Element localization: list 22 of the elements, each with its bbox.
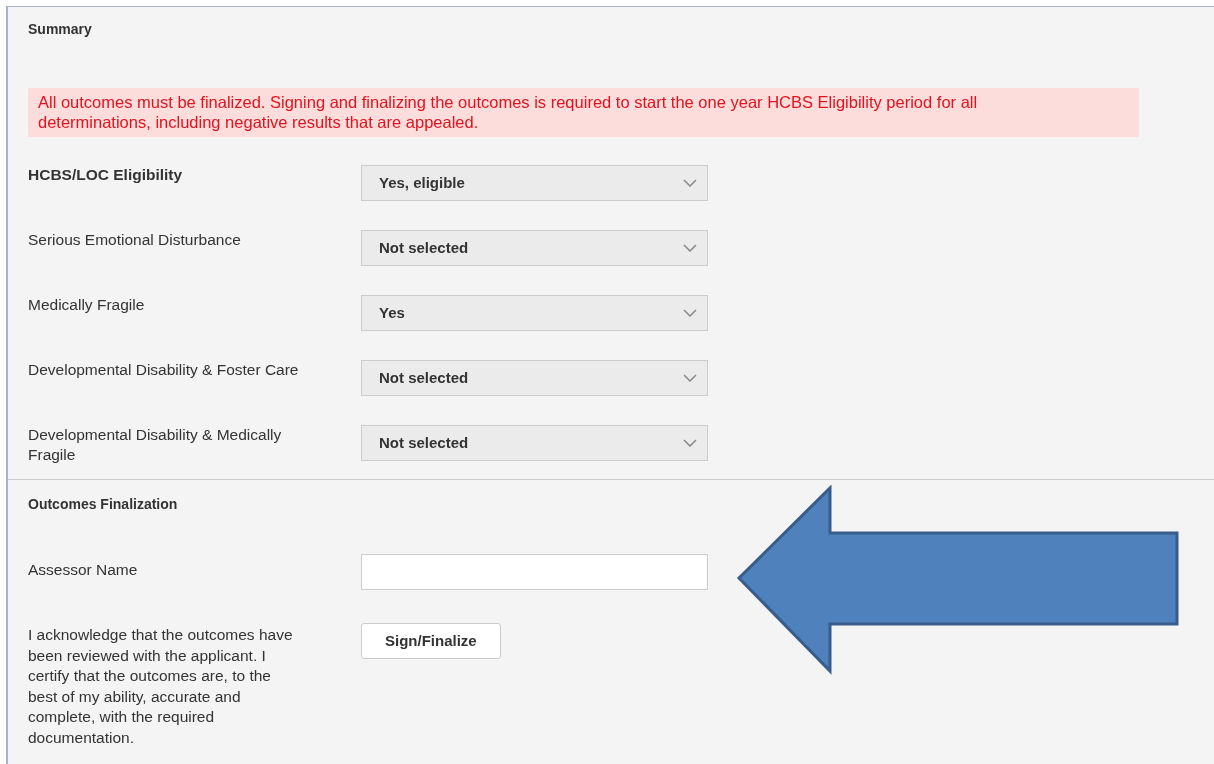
field-label: Medically Fragile <box>28 295 146 315</box>
chevron-down-icon <box>683 374 697 382</box>
dropdown-select[interactable]: Not selected <box>361 360 708 396</box>
section-title: Outcomes Finalization <box>28 495 179 514</box>
field-label: Assessor Name <box>28 560 139 580</box>
field-label: Developmental Disability & Medically Fragile <box>28 425 283 465</box>
chevron-down-icon <box>683 179 697 187</box>
dropdown-select[interactable]: Not selected <box>361 425 708 461</box>
sign-finalize-button[interactable]: Sign/Finalize <box>361 623 501 659</box>
input-field[interactable] <box>361 554 708 590</box>
section-title: Summary <box>28 20 93 39</box>
field-label: Developmental Disability & Foster Care <box>28 360 300 380</box>
field-label: Serious Emotional Disturbance <box>28 230 242 250</box>
dropdown-select[interactable]: Yes <box>361 295 708 331</box>
alert-message: All outcomes must be finalized. Signing and finalizing the outcomes is required to start the one year HCBS Eligibility period for all determinations, including negative results that are appealed. <box>28 88 1139 137</box>
chevron-down-icon <box>683 309 697 317</box>
acknowledgement-text: I acknowledge that the outcomes have been reviewed with the applicant. I certify that the outcomes are, to the best of my ability, accurate and complete, with the required documentation. <box>28 625 294 748</box>
field-label: HCBS/LOC Eligibility <box>28 165 184 185</box>
chevron-down-icon <box>683 439 697 447</box>
chevron-down-icon <box>683 244 697 252</box>
dropdown-select[interactable]: Yes, eligible <box>361 165 708 201</box>
dropdown-select[interactable]: Not selected <box>361 230 708 266</box>
